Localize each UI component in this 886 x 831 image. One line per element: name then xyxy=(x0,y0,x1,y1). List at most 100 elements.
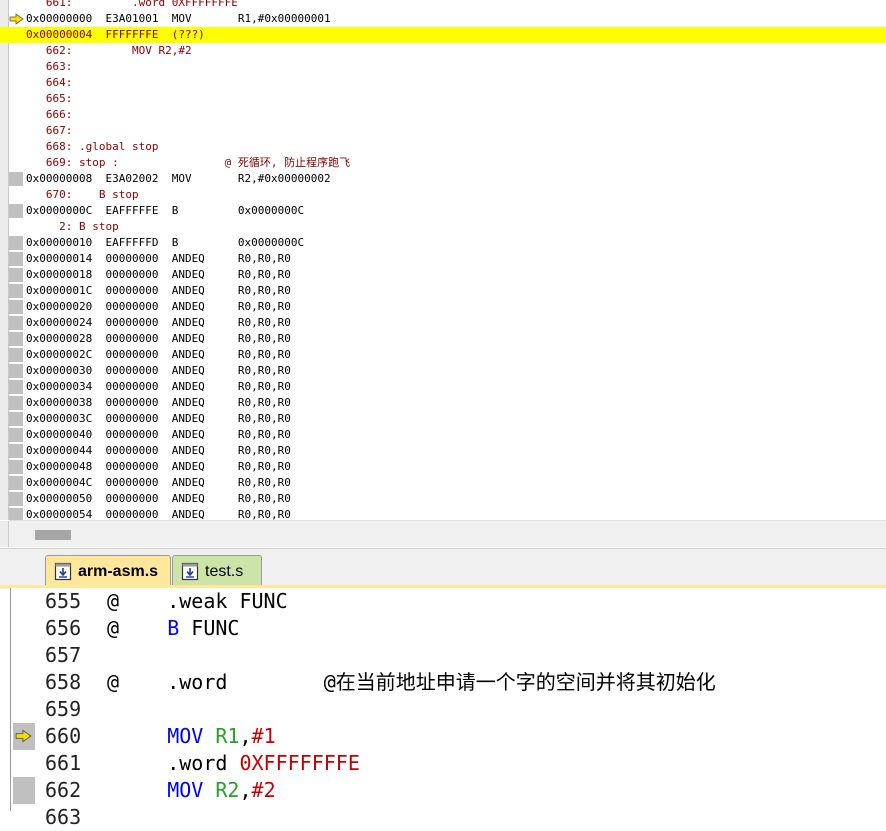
instruction-line[interactable]: 0x00000020 00000000 ANDEQ R0,R0,R0 xyxy=(0,299,886,315)
instruction-line[interactable]: 0x00000008 E3A02002 MOV R2,#0x00000002 xyxy=(0,171,886,187)
editor-gutter-cell[interactable] xyxy=(11,588,35,615)
code-coverage-marker xyxy=(9,396,23,410)
current-line-arrow-icon xyxy=(15,729,32,743)
instruction-line[interactable]: 0x0000004C 00000000 ANDEQ R0,R0,R0 xyxy=(0,475,886,491)
instruction-line[interactable]: 0x00000010 EAFFFFFD B 0x0000000C xyxy=(0,235,886,251)
instruction-line[interactable]: 0x00000028 00000000 ANDEQ R0,R0,R0 xyxy=(0,331,886,347)
register-token: R1 xyxy=(215,724,240,748)
instruction-line[interactable]: 0x00000014 00000000 ANDEQ R0,R0,R0 xyxy=(0,251,886,267)
gutter-cell xyxy=(9,76,23,90)
code-text: @ .weak FUNC xyxy=(107,588,288,615)
line-text: 0x00000020 00000000 ANDEQ R0,R0,R0 xyxy=(26,300,291,313)
instruction-line[interactable]: 0x00000038 00000000 ANDEQ R0,R0,R0 xyxy=(0,395,886,411)
editor-line[interactable]: 655 @ .weak FUNC xyxy=(11,588,886,615)
source-line[interactable]: 667: xyxy=(0,123,886,139)
editor-line[interactable]: 659 xyxy=(11,696,886,723)
source-line[interactable]: 663: xyxy=(0,59,886,75)
line-text: 0x00000044 00000000 ANDEQ R0,R0,R0 xyxy=(26,444,291,457)
line-text: 0x00000050 00000000 ANDEQ R0,R0,R0 xyxy=(26,492,291,505)
source-line[interactable]: 2: B stop xyxy=(0,219,886,235)
instruction-line[interactable]: 0x00000040 00000000 ANDEQ R0,R0,R0 xyxy=(0,427,886,443)
instruction-line[interactable]: 0x00000054 00000000 ANDEQ R0,R0,R0 xyxy=(0,507,886,520)
instruction-line[interactable]: 0x0000003C 00000000 ANDEQ R0,R0,R0 xyxy=(0,411,886,427)
editor-line[interactable]: 658 @ .word @在当前地址申请一个字的空间并将其初始化 xyxy=(11,669,886,696)
code-coverage-marker xyxy=(9,348,23,362)
source-line[interactable]: 670: B stop xyxy=(0,187,886,203)
editor-gutter-cell[interactable] xyxy=(11,669,35,696)
gutter-cell xyxy=(9,92,23,106)
source-file-icon xyxy=(181,562,199,581)
editor-line[interactable]: 660 MOV R1,#1 xyxy=(11,723,886,750)
editor-gutter-cell[interactable] xyxy=(11,642,35,669)
gutter-cell xyxy=(9,124,23,138)
scrollbar-thumb[interactable] xyxy=(35,530,71,540)
gutter-cell xyxy=(9,60,23,74)
tab-arm-asm-s[interactable]: arm-asm.s xyxy=(45,555,171,587)
editor-line[interactable]: 663 xyxy=(11,804,886,831)
line-text: 0x00000000 E3A01001 MOV R1,#0x00000001 xyxy=(26,12,331,25)
instruction-line[interactable]: 0x00000000 E3A01001 MOV R1,#0x00000001 xyxy=(0,11,886,27)
editor-line[interactable]: 656 @ B FUNC xyxy=(11,615,886,642)
line-text: 668: .global stop xyxy=(26,140,159,153)
horizontal-scrollbar[interactable] xyxy=(0,520,886,547)
current-instruction-line[interactable]: 0x00000004 FFFFFFFE (???) xyxy=(0,27,886,43)
source-line[interactable]: 669: stop : @ 死循环, 防止程序跑飞 xyxy=(0,155,886,171)
instruction-line[interactable]: 0x0000000C EAFFFFFE B 0x0000000C xyxy=(0,203,886,219)
gutter-cell xyxy=(9,188,23,202)
source-editor[interactable]: 655 @ .weak FUNC 656 @ B FUNC 657 658 @ .word … xyxy=(10,588,886,829)
disassembly-window[interactable]: 661: .word 0XFFFFFFFE 0x00000000 E3A01001… xyxy=(0,0,886,520)
instruction-line[interactable]: 0x00000050 00000000 ANDEQ R0,R0,R0 xyxy=(0,491,886,507)
code-coverage-marker xyxy=(9,252,23,266)
line-number: 662 xyxy=(45,778,82,802)
line-number: 656 xyxy=(45,616,82,640)
editor-gutter-cell[interactable] xyxy=(11,615,35,642)
tab-test-s[interactable]: test.s xyxy=(172,555,262,587)
line-text: 662: MOV R2,#2 xyxy=(26,44,192,57)
code-text: @ .word @在当前地址申请一个字的空间并将其初始化 xyxy=(107,669,716,696)
text-token: @ .word @在当前地址申请一个字的空间并将其初始化 xyxy=(107,670,716,694)
editor-gutter-cell[interactable] xyxy=(11,804,35,831)
code-coverage-marker xyxy=(9,364,23,378)
code-coverage-marker xyxy=(9,428,23,442)
editor-gutter-cell[interactable] xyxy=(13,777,35,804)
source-line[interactable]: 665: xyxy=(0,91,886,107)
register-token: R2 xyxy=(215,778,240,802)
instruction-line[interactable]: 0x0000002C 00000000 ANDEQ R0,R0,R0 xyxy=(0,347,886,363)
instruction-line[interactable]: 0x00000044 00000000 ANDEQ R0,R0,R0 xyxy=(0,443,886,459)
keyword-token: MOV xyxy=(167,724,204,748)
instruction-line[interactable]: 0x00000048 00000000 ANDEQ R0,R0,R0 xyxy=(0,459,886,475)
line-text: 0x00000018 00000000 ANDEQ R0,R0,R0 xyxy=(26,268,291,281)
code-coverage-marker xyxy=(9,492,23,506)
line-text: 0x00000034 00000000 ANDEQ R0,R0,R0 xyxy=(26,380,291,393)
line-text: 665: xyxy=(26,92,73,105)
source-line[interactable]: 662: MOV R2,#2 xyxy=(0,43,886,59)
editor-line[interactable]: 662 MOV R2,#2 xyxy=(11,777,886,804)
editor-gutter-cell[interactable] xyxy=(11,750,35,777)
code-coverage-marker xyxy=(9,316,23,330)
editor-gutter-cell[interactable] xyxy=(13,723,35,750)
source-line[interactable]: 666: xyxy=(0,107,886,123)
text-token: , xyxy=(239,778,252,802)
source-line[interactable]: 664: xyxy=(0,75,886,91)
line-text: 0x00000010 EAFFFFFD B 0x0000000C xyxy=(26,236,305,249)
keyword-token: MOV xyxy=(167,778,204,802)
line-number: 661 xyxy=(45,751,82,775)
source-line[interactable]: 661: .word 0XFFFFFFFE xyxy=(0,0,886,11)
instruction-line[interactable]: 0x00000034 00000000 ANDEQ R0,R0,R0 xyxy=(0,379,886,395)
instruction-line[interactable]: 0x00000030 00000000 ANDEQ R0,R0,R0 xyxy=(0,363,886,379)
line-text: 0x0000003C 00000000 ANDEQ R0,R0,R0 xyxy=(26,412,291,425)
editor-gutter-cell[interactable] xyxy=(11,696,35,723)
editor-line[interactable]: 657 xyxy=(11,642,886,669)
instruction-line[interactable]: 0x0000001C 00000000 ANDEQ R0,R0,R0 xyxy=(0,283,886,299)
instruction-line[interactable]: 0x00000018 00000000 ANDEQ R0,R0,R0 xyxy=(0,267,886,283)
editor-line[interactable]: 661 .word 0XFFFFFFFE xyxy=(11,750,886,777)
instruction-line[interactable]: 0x00000024 00000000 ANDEQ R0,R0,R0 xyxy=(0,315,886,331)
line-text: 0x00000028 00000000 ANDEQ R0,R0,R0 xyxy=(26,332,291,345)
gutter-cell xyxy=(9,108,23,122)
source-line[interactable]: 668: .global stop xyxy=(0,139,886,155)
line-text: 0x0000004C 00000000 ANDEQ R0,R0,R0 xyxy=(26,476,291,489)
line-text: 0x00000004 FFFFFFFE (???) xyxy=(26,28,205,41)
